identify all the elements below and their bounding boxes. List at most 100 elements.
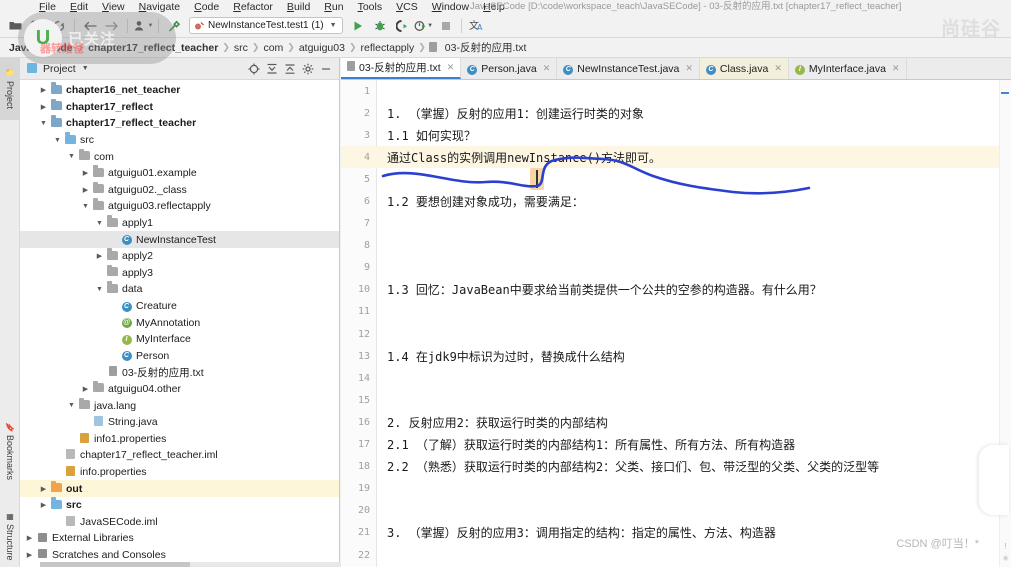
editor-line[interactable]: 3 1.1 如何实现？ <box>341 124 1011 146</box>
editor-line[interactable]: 14 <box>341 367 1011 389</box>
tree-row[interactable]: · String.java <box>20 414 339 431</box>
menu-item-vcs[interactable]: VCS <box>389 0 425 14</box>
tree-row[interactable]: ▼ chapter17_reflect_teacher <box>20 115 339 132</box>
chevron-down-icon[interactable]: ▼ <box>94 220 105 227</box>
tree-row[interactable]: ·CCreature <box>20 298 339 315</box>
chevron-right-icon[interactable]: ▶ <box>38 103 49 111</box>
close-icon[interactable]: ✕ <box>892 63 900 74</box>
minimize-icon[interactable] <box>317 60 335 78</box>
editor[interactable]: 1 2 1. （掌握）反射的应用1：创建运行时类的对象 3 1.1 如何实现？ 4 通过Cl… <box>341 80 1011 567</box>
editor-line[interactable]: 16 2. 反射应用2：获取运行时类的内部结构 <box>341 411 1011 433</box>
editor-line[interactable]: 7 <box>341 213 1011 235</box>
menu-item-run[interactable]: Run <box>317 0 350 14</box>
editor-line[interactable]: 4 通过Class的实例调用newInstance()方法即可。 <box>341 146 1011 169</box>
tree-row[interactable]: ▶ atguigu04.other <box>20 380 339 398</box>
chevron-down-icon[interactable]: ▼ <box>52 137 63 144</box>
tree-row[interactable]: · apply3 <box>20 264 339 282</box>
tree-row[interactable]: ▼ data <box>20 281 339 298</box>
tree-row[interactable]: · chapter17_reflect_teacher.iml <box>20 447 339 464</box>
editor-line[interactable]: 13 1.4 在jdk9中标识为过时，替换成什么结构 <box>341 345 1011 367</box>
menu-item-code[interactable]: Code <box>187 0 226 14</box>
tree-row[interactable]: · 03-反射的应用.txt <box>20 364 339 381</box>
follow-overlay[interactable]: U 已关注 <box>18 12 176 64</box>
chevron-right-icon[interactable]: ▶ <box>80 385 91 393</box>
sidebar-item-bookmarks[interactable]: 🔖 Bookmarks <box>0 410 20 492</box>
tree-row[interactable]: ▶ chapter16_net_teacher <box>20 82 339 99</box>
tree-row[interactable]: ·@ MyAnnotation <box>20 314 339 331</box>
tree-row[interactable]: ·CPerson <box>20 348 339 365</box>
editor-line[interactable]: 15 <box>341 389 1011 411</box>
chevron-right-icon[interactable]: ▶ <box>24 551 35 559</box>
tree-row[interactable]: ·CNewInstanceTest <box>20 231 339 248</box>
menu-item-refactor[interactable]: Refactor <box>226 0 280 14</box>
editor-line[interactable]: 9 <box>341 257 1011 279</box>
editor-line[interactable]: 20 <box>341 500 1011 522</box>
close-icon[interactable]: ✕ <box>447 62 455 73</box>
chevron-down-icon[interactable]: ▼ <box>94 286 105 293</box>
settings-gear-icon[interactable] <box>299 60 317 78</box>
run-icon[interactable] <box>347 15 369 37</box>
breadcrumb-item-2[interactable]: src <box>230 42 252 54</box>
tree-row[interactable]: ·IMyInterface <box>20 331 339 348</box>
run-with-coverage-icon[interactable] <box>391 15 413 37</box>
editor-line[interactable]: 11 <box>341 301 1011 323</box>
editor-line[interactable]: 6 1.2 要想创建对象成功，需要满足： <box>341 190 1011 212</box>
chevron-down-icon[interactable]: ▼ <box>66 402 77 409</box>
locate-target-icon[interactable] <box>245 60 263 78</box>
translate-icon[interactable]: 文A <box>466 15 488 37</box>
chevron-right-icon[interactable]: ▶ <box>80 169 91 177</box>
editor-line[interactable]: 8 <box>341 235 1011 257</box>
editor-line[interactable]: 10 1.3 回忆：JavaBean中要求给当前类提供一个公共的空参的构造器。有什… <box>341 279 1011 301</box>
collapse-all-icon[interactable] <box>281 60 299 78</box>
run-configuration-selector[interactable]: NewInstanceTest.test1 (1) ▼ <box>189 17 343 34</box>
debug-icon[interactable] <box>369 15 391 37</box>
tree-row[interactable]: ▶ out <box>20 480 339 497</box>
chevron-down-icon[interactable]: ▼ <box>80 203 91 210</box>
chevron-right-icon[interactable]: ▶ <box>94 252 105 260</box>
tree-row[interactable]: ▶ src <box>20 497 339 514</box>
editor-tab[interactable]: C Person.java ✕ <box>461 58 558 79</box>
editor-tab[interactable]: I MyInterface.java ✕ <box>789 58 907 79</box>
tree-row[interactable]: ▶ apply2 <box>20 248 339 265</box>
sidebar-item-structure[interactable]: ▦ Structure <box>0 498 20 567</box>
chevron-down-icon[interactable]: ▼ <box>38 120 49 127</box>
tree-row[interactable]: ▼ com <box>20 148 339 165</box>
sidebar-item-project[interactable]: 📁 Project <box>0 58 20 120</box>
chevron-down-icon[interactable]: ▼ <box>82 65 89 72</box>
breadcrumb-item-3[interactable]: com <box>259 42 287 54</box>
chevron-down-icon[interactable]: ▼ <box>330 22 337 29</box>
tree-row[interactable]: ▼ java.lang <box>20 397 339 414</box>
chevron-right-icon[interactable]: ▶ <box>38 501 49 509</box>
breadcrumb-item-5[interactable]: reflectapply <box>357 42 419 54</box>
close-icon[interactable]: ✕ <box>543 63 551 74</box>
breadcrumb-item-4[interactable]: atguigu03 <box>295 42 349 54</box>
tree-row[interactable]: ▼ atguigu03.reflectapply <box>20 198 339 215</box>
editor-line[interactable]: 1 <box>341 80 1011 102</box>
editor-line[interactable]: 2 1. （掌握）反射的应用1：创建运行时类的对象 <box>341 102 1011 124</box>
editor-line[interactable]: 18 2.2 （熟悉）获取运行时类的内部结构2：父类、接口们、包、带泛型的父类、父… <box>341 456 1011 478</box>
tree-row[interactable]: · info1.properties <box>20 430 339 447</box>
editor-tab[interactable]: C NewInstanceTest.java ✕ <box>557 58 700 79</box>
tree-row[interactable]: ▶ Scratches and Consoles <box>20 547 339 564</box>
floating-panel[interactable] <box>979 445 1009 515</box>
tree-row[interactable]: · JavaSECode.iml <box>20 513 339 530</box>
close-icon[interactable]: ✕ <box>685 63 693 74</box>
tree-row[interactable]: ▶ External Libraries <box>20 530 339 547</box>
expand-all-icon[interactable] <box>263 60 281 78</box>
editor-line[interactable]: 17 2.1 （了解）获取运行时类的内部结构1：所有属性、所有方法、所有构造器 <box>341 434 1011 456</box>
editor-tab[interactable]: C Class.java ✕ <box>699 58 789 79</box>
menu-item-window[interactable]: Window <box>425 0 476 14</box>
menu-item-tools[interactable]: Tools <box>351 0 390 14</box>
tree-row[interactable]: ▼ apply1 <box>20 215 339 232</box>
chevron-right-icon[interactable]: ▶ <box>38 86 49 94</box>
close-icon[interactable]: ✕ <box>774 63 782 74</box>
chevron-right-icon[interactable]: ▶ <box>24 534 35 542</box>
editor-tab[interactable]: 03-反射的应用.txt ✕ <box>341 58 462 79</box>
profile-icon[interactable]: ▼ <box>413 15 435 37</box>
breadcrumb-item-6[interactable]: 03-反射的应用.txt <box>441 40 531 55</box>
tree-row[interactable]: ▶ atguigu01.example <box>20 165 339 182</box>
tree-row[interactable]: ▼ src <box>20 132 339 149</box>
project-horizontal-scrollbar[interactable] <box>40 562 360 567</box>
project-tree[interactable]: ▶ chapter16_net_teacher ▶ chapter17_reflect… <box>20 80 339 567</box>
tree-row[interactable]: ▶ atguigu02._class <box>20 181 339 199</box>
